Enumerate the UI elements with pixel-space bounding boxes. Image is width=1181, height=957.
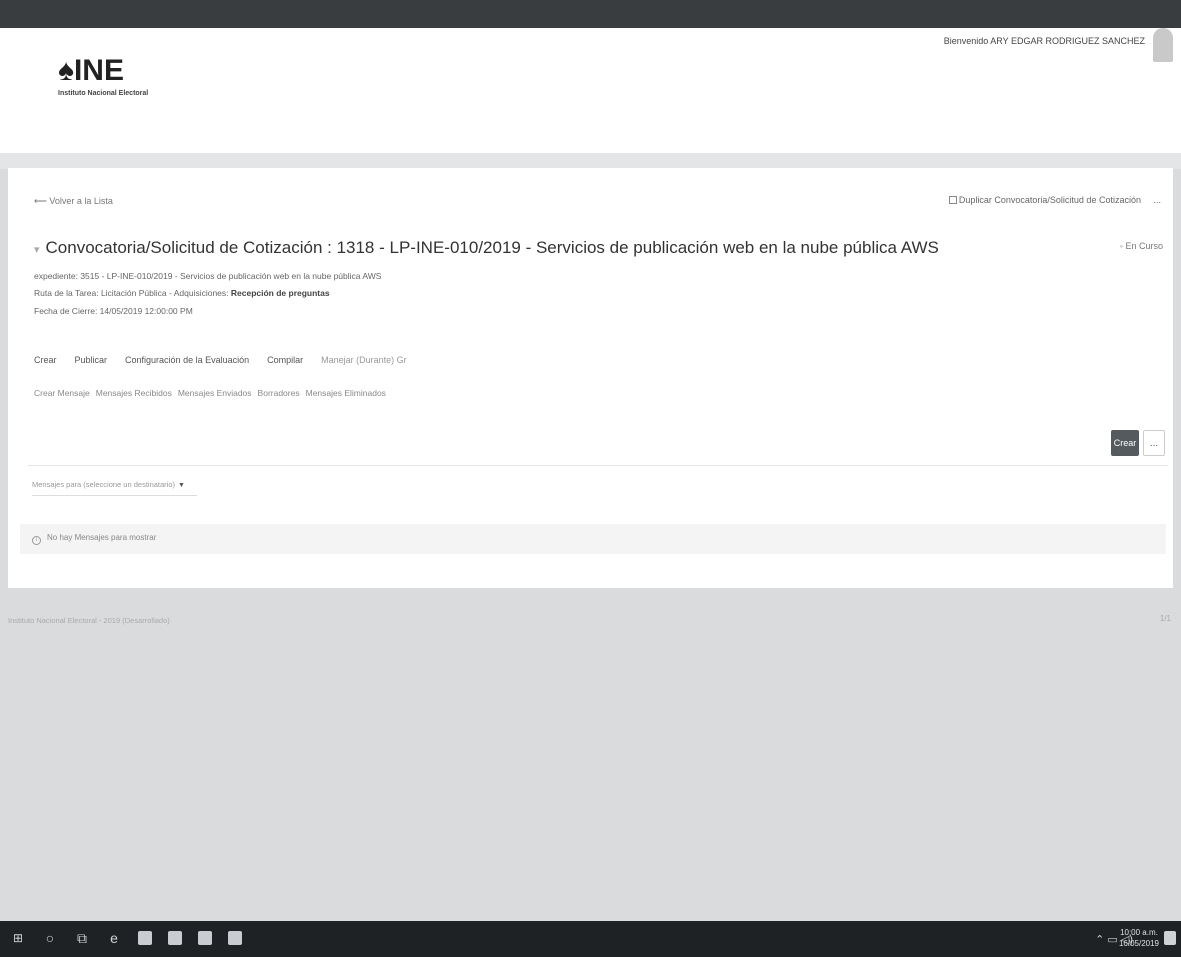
collapse-icon[interactable]: ▾ xyxy=(34,244,40,256)
meta-ruta: Ruta de la Tarea: Licitación Pública - A… xyxy=(34,288,330,298)
more-options-button[interactable]: ... xyxy=(1143,430,1165,456)
top-bar xyxy=(0,0,1181,28)
duplicate-label: Duplicar Convocatoria/Solicitud de Cotiz… xyxy=(958,195,1141,205)
logo-text: INE xyxy=(73,54,124,87)
task-view-icon[interactable]: ⧉ xyxy=(74,929,90,947)
filter-placeholder: Mensajes para (seleccione un destinatari… xyxy=(32,480,175,489)
divider xyxy=(28,465,1168,466)
tab-manejar[interactable]: Manejar (Durante) Gr xyxy=(321,355,407,365)
header-divider xyxy=(0,153,1181,169)
taskbar-icons: ⊞ ○ ⧉ e xyxy=(10,929,242,947)
windows-icon[interactable]: ⊞ xyxy=(10,929,26,947)
back-to-list-link[interactable]: ⟵ Volver a la Lista xyxy=(34,196,113,207)
more-actions-button[interactable]: ... xyxy=(1153,195,1161,205)
excel-icon[interactable] xyxy=(228,931,242,945)
chrome-icon[interactable] xyxy=(168,931,182,945)
tab-crear[interactable]: Crear xyxy=(34,355,57,365)
footer-page: 1/1 xyxy=(1159,614,1171,623)
empty-message: No hay Mensajes para mostrar xyxy=(47,533,157,542)
status-badge: ◦ En Curso xyxy=(1120,241,1163,251)
file-icon[interactable] xyxy=(198,931,212,945)
ruta-prefix: Ruta de la Tarea: Licitación Pública - A… xyxy=(34,288,231,298)
logo-subtitle: Instituto Nacional Electoral xyxy=(58,90,149,97)
subtab-recibidos[interactable]: Mensajes Recibidos xyxy=(96,388,172,398)
main-card: ⟵ Volver a la Lista Duplicar Convocatori… xyxy=(8,168,1173,588)
footer-text: Instituto Nacional Electoral - 2019 (Des… xyxy=(8,616,170,625)
arrow-left-icon: ⟵ xyxy=(34,196,50,206)
status-text: En Curso xyxy=(1125,241,1163,251)
subtab-eliminados[interactable]: Mensajes Eliminados xyxy=(306,388,386,398)
duplicate-action[interactable]: Duplicar Convocatoria/Solicitud de Cotiz… xyxy=(948,195,1161,205)
main-tabs: Crear Publicar Configuración de la Evalu… xyxy=(34,355,407,365)
subtab-enviados[interactable]: Mensajes Enviados xyxy=(178,388,252,398)
clock[interactable]: 10:00 a.m. 16/05/2019 xyxy=(1119,927,1159,949)
chevron-down-icon: ▼ xyxy=(178,482,185,489)
subtab-crear-mensaje[interactable]: Crear Mensaje xyxy=(34,388,90,398)
ruta-stage: Recepción de preguntas xyxy=(230,288,330,298)
tab-publicar[interactable]: Publicar xyxy=(75,355,108,365)
cortana-icon[interactable]: ○ xyxy=(42,929,58,947)
back-link-label: Volver a la Lista xyxy=(49,196,113,206)
notification-icon[interactable] xyxy=(1164,931,1176,945)
info-icon: i xyxy=(32,536,41,545)
tab-compilar[interactable]: Compilar xyxy=(267,355,303,365)
clock-date: 16/05/2019 xyxy=(1118,939,1159,948)
empty-state: i No hay Mensajes para mostrar xyxy=(20,524,1166,554)
header: ♠INE Instituto Nacional Electoral Bienve… xyxy=(0,28,1181,153)
outlook-icon[interactable] xyxy=(138,931,152,945)
subtab-borradores[interactable]: Borradores xyxy=(258,388,300,398)
ine-emblem-icon: ♠ xyxy=(58,54,74,87)
ine-logo[interactable]: ♠INE Instituto Nacional Electoral xyxy=(58,54,178,104)
welcome-user[interactable]: Bienvenido ARY EDGAR RODRIGUEZ SANCHEZ xyxy=(944,36,1145,46)
crear-button[interactable]: Crear xyxy=(1111,430,1139,456)
avatar[interactable] xyxy=(1153,28,1173,62)
recipient-filter-select[interactable]: Mensajes para (seleccione un destinatari… xyxy=(32,480,197,496)
message-subtabs: Crear Mensaje Mensajes Recibidos Mensaje… xyxy=(34,388,386,398)
page-title: ▾ Convocatoria/Solicitud de Cotización : … xyxy=(34,238,939,258)
meta-expediente: expediente: 3515 - LP-INE-010/2019 - Ser… xyxy=(34,271,382,281)
taskbar: ⊞ ○ ⧉ e ⌃ ▭ ◁) 10:00 a.m. 16/05/2019 xyxy=(0,921,1181,957)
title-text: Convocatoria/Solicitud de Cotización : 1… xyxy=(45,238,939,257)
duplicate-icon xyxy=(948,196,957,204)
edge-icon[interactable]: e xyxy=(106,929,122,947)
clock-time: 10:00 a.m. xyxy=(1120,928,1158,937)
tab-configuracion[interactable]: Configuración de la Evaluación xyxy=(125,355,249,365)
meta-fecha: Fecha de Cierre: 14/05/2019 12:00:00 PM xyxy=(34,306,193,316)
